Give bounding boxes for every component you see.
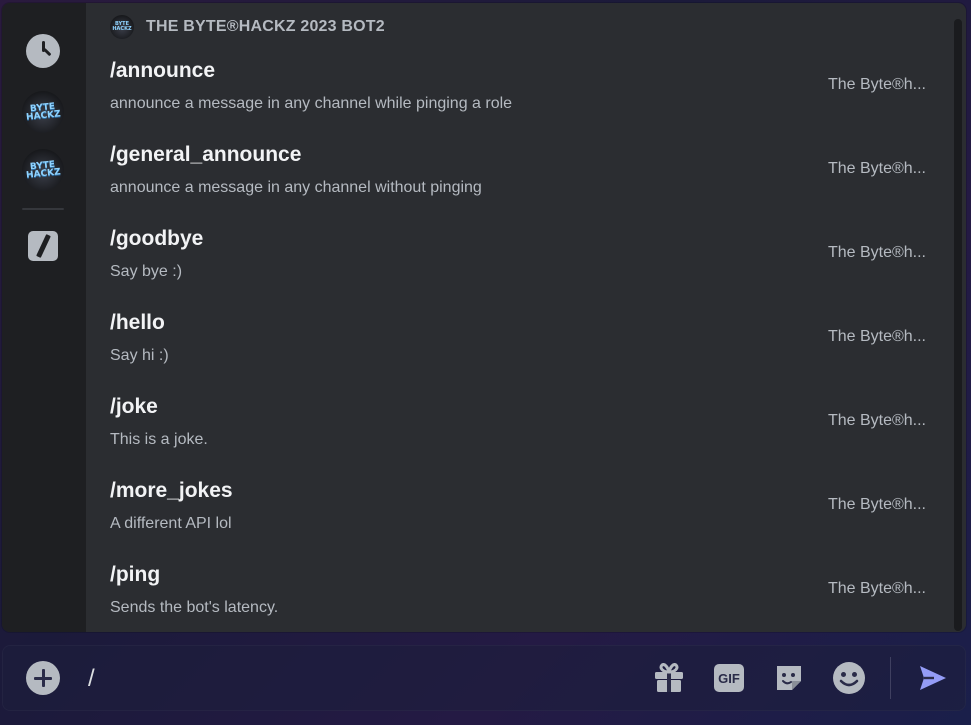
command-list: BYTE HACKZ THE BYTE®HACKZ 2023 BOT2 /ann… <box>86 3 966 632</box>
command-description: announce a message in any channel withou… <box>110 179 482 196</box>
built-in-commands-button[interactable] <box>22 225 64 267</box>
command-autocomplete-popup: BYTE HACKZ BYTE HACKZ BYTE HACKZ THE BYT… <box>2 3 966 632</box>
plus-icon[interactable] <box>26 661 60 695</box>
bot-avatar: BYTE HACKZ <box>25 159 62 181</box>
command-description: Say hi :) <box>110 347 169 364</box>
command-source: The Byte®h... <box>827 160 926 177</box>
command-description: Say bye :) <box>110 263 183 280</box>
message-input[interactable] <box>86 659 630 699</box>
section-bot-avatar: BYTE HACKZ <box>110 15 134 39</box>
clock-icon <box>26 34 60 68</box>
gif-button[interactable]: GIF <box>712 661 746 695</box>
sticker-icon[interactable] <box>772 661 806 695</box>
gift-icon[interactable] <box>652 661 686 695</box>
command-source: The Byte®h... <box>827 328 926 345</box>
command-item-hello[interactable]: /hello Say hi :) The Byte®h... <box>86 296 948 380</box>
command-name: /goodbye <box>110 227 204 250</box>
emoji-icon[interactable] <box>832 661 866 695</box>
scrollbar[interactable] <box>954 19 962 631</box>
command-description: A different API lol <box>110 515 232 532</box>
command-item-goodbye[interactable]: /goodbye Say bye :) The Byte®h... <box>86 212 948 296</box>
command-source: The Byte®h... <box>827 580 926 597</box>
recent-commands-button[interactable] <box>22 30 64 72</box>
command-item-more-jokes[interactable]: /more_jokes A different API lol The Byte… <box>86 464 948 548</box>
bot-source-button[interactable]: BYTE HACKZ <box>22 91 64 133</box>
command-name: /more_jokes <box>110 479 233 502</box>
command-source: The Byte®h... <box>827 412 926 429</box>
command-source: The Byte®h... <box>827 76 926 93</box>
message-composer: GIF <box>2 645 966 711</box>
rail-divider <box>22 208 64 210</box>
command-source: The Byte®h... <box>827 244 926 261</box>
command-item-ping[interactable]: /ping Sends the bot's latency. The Byte®… <box>86 548 948 632</box>
section-title: THE BYTE®HACKZ 2023 BOT2 <box>146 18 385 35</box>
command-item-announce[interactable]: /announce announce a message in any chan… <box>86 44 948 128</box>
send-icon[interactable] <box>916 661 950 695</box>
command-description: This is a joke. <box>110 431 208 448</box>
command-description: announce a message in any channel while … <box>110 95 513 112</box>
command-name: /announce <box>110 59 216 82</box>
command-name: /joke <box>110 395 158 418</box>
command-name: /ping <box>110 563 161 586</box>
command-name: /hello <box>110 311 165 334</box>
command-name: /general_announce <box>110 143 302 166</box>
bot-avatar: BYTE HACKZ <box>25 101 62 123</box>
toolbar-divider <box>890 657 891 699</box>
command-item-joke[interactable]: /joke This is a joke. The Byte®h... <box>86 380 948 464</box>
command-description: Sends the bot's latency. <box>110 599 279 616</box>
command-source: The Byte®h... <box>827 496 926 513</box>
command-item-general-announce[interactable]: /general_announce announce a message in … <box>86 128 948 212</box>
slash-command-icon <box>28 231 58 261</box>
gif-icon: GIF <box>714 664 744 692</box>
section-header: BYTE HACKZ THE BYTE®HACKZ 2023 BOT2 <box>110 14 385 40</box>
bot-source-button[interactable]: BYTE HACKZ <box>22 149 64 191</box>
command-source-rail: BYTE HACKZ BYTE HACKZ <box>2 3 86 632</box>
